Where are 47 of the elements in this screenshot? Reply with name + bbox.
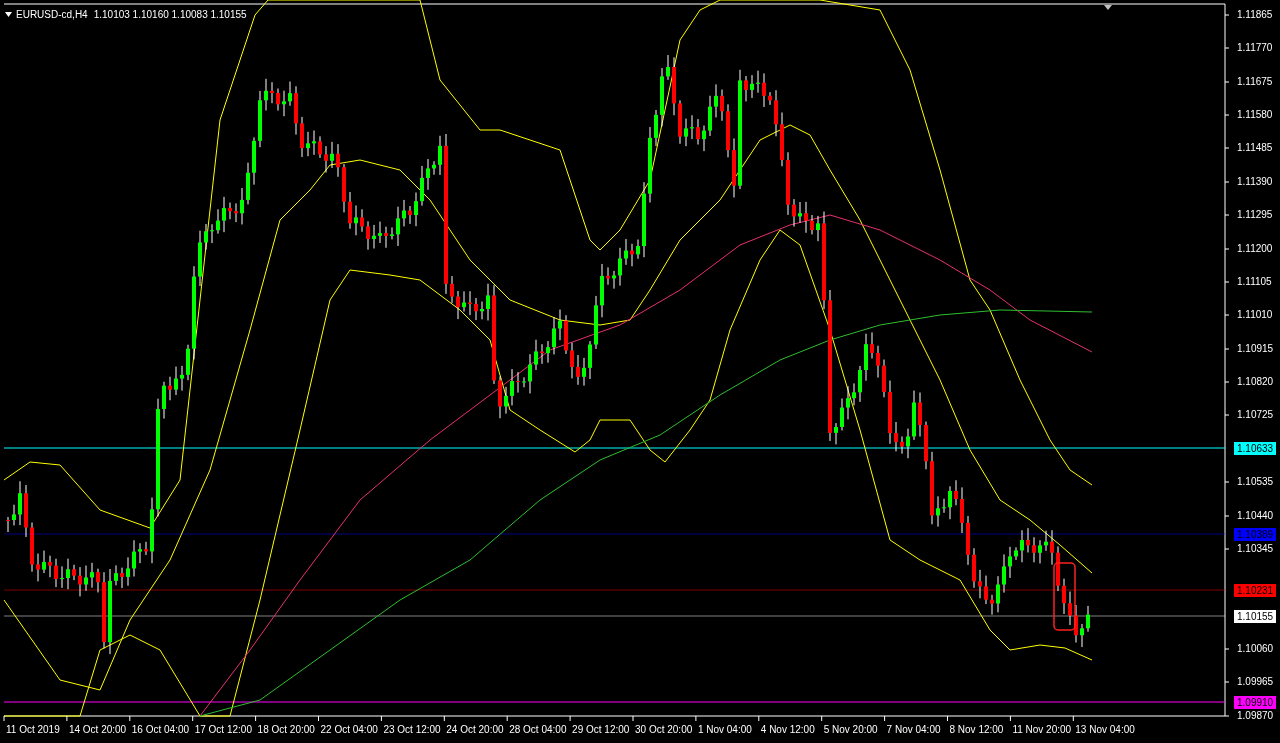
price-readout: 1.10103 1.10160 1.10083 1.10155 xyxy=(93,8,247,22)
price-axis-label: 1.11485 xyxy=(1237,142,1273,154)
time-axis-label: 1 Nov 04:00 xyxy=(697,724,752,736)
time-axis-label: 29 Oct 12:00 xyxy=(572,724,630,736)
price-axis-label: 1.10535 xyxy=(1237,476,1274,488)
time-axis-label: 14 Oct 20:00 xyxy=(68,724,127,736)
scroll-marker-icon[interactable] xyxy=(1104,5,1112,10)
price-axis-label: 1.10440 xyxy=(1237,510,1274,522)
price-axis-label: 1.10725 xyxy=(1237,409,1274,421)
price-level-label: 1.10389 xyxy=(1234,528,1276,541)
time-axis-label: 24 Oct 20:00 xyxy=(446,724,504,736)
price-axis-label: 1.09965 xyxy=(1237,676,1274,688)
time-axis-label: 28 Oct 04:00 xyxy=(509,724,567,736)
time-axis-label: 13 Nov 04:00 xyxy=(1075,724,1135,736)
price-axis-label: 1.10345 xyxy=(1237,543,1274,555)
price-axis-label: 1.11390 xyxy=(1237,176,1273,188)
price-axis-label: 1.10820 xyxy=(1237,376,1274,388)
price-level-label: 1.10155 xyxy=(1234,610,1276,623)
time-axis-label: 17 Oct 12:00 xyxy=(194,724,252,736)
price-axis-label: 1.11010 xyxy=(1237,309,1273,321)
time-axis-label: 23 Oct 12:00 xyxy=(383,724,441,736)
price-axis-label: 1.11580 xyxy=(1237,109,1273,121)
price-level-label: 1.09910 xyxy=(1234,696,1276,709)
time-axis-label: 11 Nov 20:00 xyxy=(1012,724,1072,736)
price-axis-label: 1.10915 xyxy=(1237,343,1274,355)
price-axis-label: 1.09870 xyxy=(1237,710,1274,722)
dropdown-arrow-icon[interactable] xyxy=(5,12,12,17)
price-axis-label: 1.11295 xyxy=(1237,209,1273,221)
price-axis-label: 1.11200 xyxy=(1237,243,1273,255)
time-axis-label: 8 Nov 12:00 xyxy=(949,724,1004,736)
price-level-label: 1.10633 xyxy=(1234,442,1276,455)
time-axis-label: 16 Oct 04:00 xyxy=(131,724,190,736)
time-axis-label: 5 Nov 20:00 xyxy=(823,724,878,736)
highlight-rectangle xyxy=(1053,562,1076,631)
time-axis-label: 22 Oct 04:00 xyxy=(320,724,378,736)
price-level-label: 1.10231 xyxy=(1234,584,1276,597)
price-axis-label: 1.11105 xyxy=(1237,276,1272,288)
time-axis-label: 11 Oct 2019 xyxy=(6,724,60,736)
time-axis-label: 18 Oct 20:00 xyxy=(257,724,315,736)
time-axis-label: 30 Oct 20:00 xyxy=(635,724,693,736)
time-axis-label: 4 Nov 12:00 xyxy=(760,724,815,736)
price-axis-label: 1.11675 xyxy=(1237,76,1273,88)
price-axis-label: 1.11865 xyxy=(1237,9,1273,21)
symbol-label: EURUSD-cd,H4 xyxy=(16,8,88,22)
price-axis-label: 1.10060 xyxy=(1237,643,1274,655)
time-axis-label: 7 Nov 04:00 xyxy=(886,724,941,736)
price-axis-label: 1.11770 xyxy=(1237,42,1273,54)
